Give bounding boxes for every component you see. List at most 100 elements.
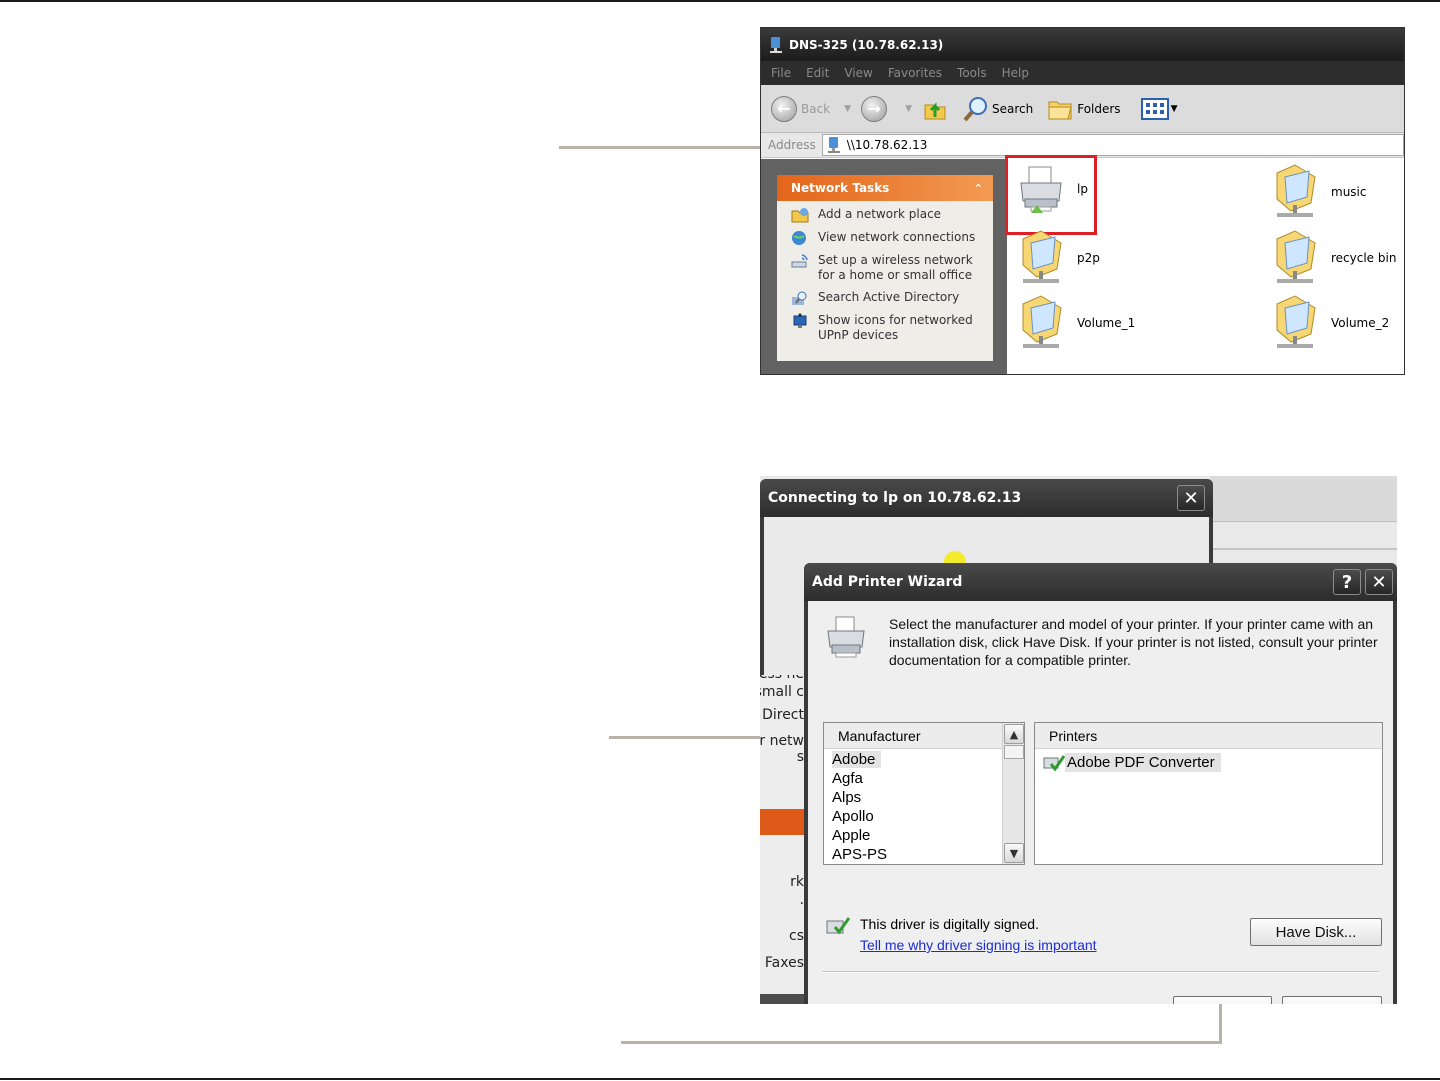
task-show-upnp-icons[interactable]: Show icons for networked UPnP devices [791, 313, 993, 343]
back-button[interactable]: ← Back [771, 95, 831, 122]
network-tasks-header[interactable]: Network Tasks ⌃ [777, 175, 993, 201]
forward-dropdown-icon[interactable]: ▼ [905, 104, 912, 114]
back-dropdown-icon[interactable]: ▼ [844, 104, 851, 114]
wizard-titlebar: Add Printer Wizard ? ✕ [804, 563, 1397, 601]
search-label: Search [991, 101, 1034, 116]
menu-favorites[interactable]: Favorites [888, 66, 942, 80]
share-volume-2[interactable]: Volume_2 [1271, 294, 1389, 352]
share-recycle-bin[interactable]: recycle bin [1271, 229, 1396, 287]
task-label: Set up a wireless network for a home or … [818, 253, 973, 282]
task-search-active-directory[interactable]: Search Active Directory [791, 290, 993, 306]
explorer-menubar: File Edit View Favorites Tools Help [761, 61, 1404, 85]
task-label: View network connections [818, 230, 976, 244]
manufacturer-item[interactable]: Adobe [824, 751, 1002, 770]
wizard-title: Add Printer Wizard [812, 574, 963, 590]
chevron-down-icon: ▼ [1009, 846, 1019, 860]
share-volume-1[interactable]: Volume_1 [1017, 294, 1135, 352]
fragment-text: cs [789, 928, 804, 944]
printers-list[interactable]: Printers Adobe PDF Converter [1034, 722, 1383, 865]
task-label: Add a network place [818, 207, 942, 221]
background-task-header [760, 809, 806, 835]
task-add-network-place[interactable]: Add a network place [791, 207, 993, 223]
back-label: Back [801, 101, 831, 116]
callout-line-address [559, 146, 760, 149]
callout-line-ok-vertical [1219, 1004, 1222, 1044]
fragment-text: Faxes [764, 955, 804, 971]
address-value: \\10.78.62.13 [846, 138, 928, 152]
views-dropdown-icon: ▼ [1170, 103, 1178, 114]
explorer-toolbar: ← Back ▼ → ▼ Search Folders ▼ [761, 85, 1404, 133]
scroll-up-button[interactable]: ▲ [1004, 724, 1024, 744]
search-directory-icon [792, 291, 807, 305]
address-input[interactable]: \\10.78.62.13 [821, 134, 1404, 156]
have-disk-button[interactable]: Have Disk... [1250, 918, 1382, 946]
views-icon [1140, 97, 1169, 120]
share-label: Volume_2 [1331, 316, 1390, 330]
close-icon: ✕ [1371, 571, 1387, 593]
cancel-button[interactable]: Cancel [1282, 996, 1382, 1004]
share-label: p2p [1077, 251, 1100, 265]
manufacturer-item[interactable]: APS-PS [824, 846, 1002, 865]
network-tasks-panel: Network Tasks ⌃ Add a network place View… [777, 175, 993, 361]
callout-line-ok [621, 1041, 1222, 1044]
fragment-text: s [796, 749, 804, 765]
shares-pane: lp music p2p recycle bin Volume_1 Volume… [1005, 155, 1404, 374]
signed-text: This driver is digitally signed. [860, 916, 1039, 932]
task-setup-wireless[interactable]: Set up a wireless network for a home or … [791, 253, 993, 283]
manufacturer-rows: Adobe Agfa Alps Apollo Apple APS-PS [824, 749, 1002, 865]
network-tasks-list: Add a network place View network connect… [777, 201, 993, 343]
share-label: Volume_1 [1077, 316, 1136, 330]
menu-edit[interactable]: Edit [806, 66, 829, 80]
connecting-titlebar: Connecting to lp on 10.78.62.13 ✕ [760, 479, 1213, 517]
shared-folder-icon [1022, 230, 1062, 283]
search-button[interactable]: Search [962, 95, 1033, 123]
background-task-fragments: less ne small c Direct r netw s rk . cs … [760, 674, 806, 1004]
search-icon [963, 96, 987, 121]
scroll-thumb[interactable] [1004, 745, 1024, 759]
manufacturer-scrollbar[interactable]: ▲ ▼ [1002, 723, 1024, 864]
task-view-network-connections[interactable]: View network connections [791, 230, 993, 246]
up-folder-button[interactable] [922, 96, 948, 122]
printer-item[interactable]: Adobe PDF Converter [1035, 749, 1382, 772]
bottom-rule [0, 1078, 1440, 1080]
add-printer-wizard: Add Printer Wizard ? ✕ Select the manufa… [804, 563, 1397, 1004]
manufacturer-item[interactable]: Apollo [824, 808, 1002, 827]
menu-view[interactable]: View [844, 66, 872, 80]
printer-icon [827, 616, 865, 658]
signed-driver-icon [826, 917, 850, 935]
task-label: Search Active Directory [818, 290, 960, 304]
share-p2p[interactable]: p2p [1017, 229, 1100, 287]
manufacturer-item[interactable]: Agfa [824, 770, 1002, 789]
top-rule [0, 0, 1440, 2]
network-tasks-title: Network Tasks [791, 181, 890, 195]
explorer-title: DNS-325 (10.78.62.13) [789, 37, 944, 52]
forward-button[interactable]: → [861, 95, 891, 122]
share-music[interactable]: music [1271, 163, 1366, 221]
menu-help[interactable]: Help [1002, 66, 1029, 80]
manufacturer-header[interactable]: Manufacturer [824, 723, 1002, 749]
share-label: music [1331, 185, 1367, 199]
scroll-down-button[interactable]: ▼ [1004, 843, 1024, 863]
network-drive-icon [770, 36, 782, 53]
fragment-text: Direct [762, 707, 804, 723]
folders-icon [1048, 101, 1072, 119]
manufacturer-item[interactable]: Apple [824, 827, 1002, 846]
chevron-up-icon: ▲ [1009, 727, 1019, 741]
manufacturer-list[interactable]: Manufacturer Adobe Agfa Alps Apollo Appl… [823, 722, 1025, 865]
ok-button[interactable]: OK [1173, 996, 1272, 1004]
folders-button[interactable]: Folders [1047, 97, 1121, 121]
explorer-window: DNS-325 (10.78.62.13) File Edit View Fav… [760, 27, 1405, 375]
help-button[interactable]: ? [1333, 569, 1361, 595]
views-button[interactable]: ▼ [1140, 97, 1178, 120]
task-pane: Network Tasks ⌃ Add a network place View… [761, 159, 1007, 374]
manufacturer-item[interactable]: Alps [824, 789, 1002, 808]
close-button[interactable]: ✕ [1177, 485, 1205, 511]
collapse-chevron-icon[interactable]: ⌃ [974, 182, 983, 195]
menu-tools[interactable]: Tools [957, 66, 987, 80]
close-button[interactable]: ✕ [1365, 569, 1393, 595]
driver-signing-link[interactable]: Tell me why driver signing is important [860, 935, 1097, 956]
menu-file[interactable]: File [771, 66, 791, 80]
printers-header[interactable]: Printers [1035, 723, 1382, 749]
forward-arrow-icon: → [861, 95, 888, 122]
shared-folder-icon [1022, 295, 1062, 348]
